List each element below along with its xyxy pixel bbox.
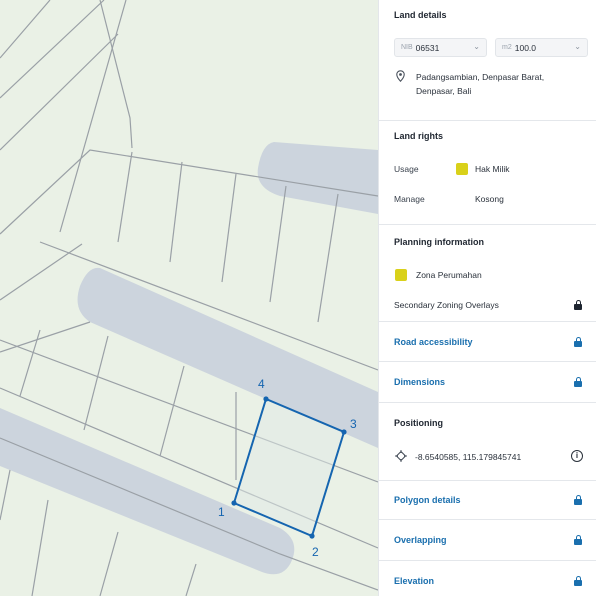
chevron-down-icon: ⌄ xyxy=(473,42,480,51)
usage-value: Hak Milik xyxy=(475,164,510,174)
planning-title: Planning information xyxy=(394,237,484,247)
zone-swatch xyxy=(395,269,407,281)
polygon-details-section[interactable]: Polygon details xyxy=(379,481,596,520)
vertex-label-4: 4 xyxy=(258,377,265,391)
lock-icon xyxy=(574,535,582,545)
elevation-link[interactable]: Elevation xyxy=(394,576,434,586)
zone-label: Zona Perumahan xyxy=(416,270,482,280)
parcel-vertex-2[interactable] xyxy=(309,533,315,539)
map-canvas[interactable]: 1 2 3 4 xyxy=(0,0,378,596)
lock-icon xyxy=(574,576,582,586)
parcel-vertex-4[interactable] xyxy=(263,396,269,402)
road-accessibility-section[interactable]: Road accessibility xyxy=(379,322,596,362)
area-value: 100.0 xyxy=(514,42,537,53)
nib-prefix: NIB xyxy=(401,44,413,51)
crosshair-icon xyxy=(395,450,407,462)
polygon-details-link[interactable]: Polygon details xyxy=(394,495,461,505)
land-details-section: Land details NIB 06531 ⌄ m2 100.0 ⌄ Pada… xyxy=(379,0,596,121)
usage-label: Usage xyxy=(394,164,419,174)
land-rights-section: Land rights Usage Hak Milik Manage Koson… xyxy=(379,121,596,225)
land-details-title: Land details xyxy=(394,10,447,20)
lock-icon xyxy=(574,300,582,310)
manage-label: Manage xyxy=(394,194,425,204)
nib-select[interactable]: NIB 06531 ⌄ xyxy=(394,38,487,57)
positioning-section: Positioning -8.6540585, 115.179845741 i xyxy=(379,403,596,481)
dimensions-link[interactable]: Dimensions xyxy=(394,377,445,387)
parcel-vertex-3[interactable] xyxy=(341,429,347,435)
coordinates-value: -8.6540585, 115.179845741 xyxy=(415,452,522,462)
overlapping-link[interactable]: Overlapping xyxy=(394,535,447,545)
info-icon[interactable]: i xyxy=(571,450,583,462)
nib-value: 06531 xyxy=(415,42,440,53)
area-select[interactable]: m2 100.0 ⌄ xyxy=(495,38,588,57)
land-rights-title: Land rights xyxy=(394,131,443,141)
vertex-label-3: 3 xyxy=(350,417,357,431)
road-band-top-right xyxy=(257,142,378,214)
road-band-middle xyxy=(77,267,378,448)
dimensions-section[interactable]: Dimensions xyxy=(379,362,596,403)
lock-icon xyxy=(574,337,582,347)
parcel-vertex-1[interactable] xyxy=(231,500,237,506)
location-pin-icon xyxy=(396,70,405,82)
road-accessibility-link[interactable]: Road accessibility xyxy=(394,337,473,347)
address-line-2: Denpasar, Bali xyxy=(416,86,472,96)
manage-swatch xyxy=(456,193,468,205)
area-prefix: m2 xyxy=(502,44,512,51)
manage-value: Kosong xyxy=(475,194,504,204)
positioning-title: Positioning xyxy=(394,418,443,428)
chevron-down-icon: ⌄ xyxy=(574,42,581,51)
vertex-label-2: 2 xyxy=(312,545,319,559)
address-line-1: Padangsambian, Denpasar Barat, xyxy=(416,72,545,82)
map-view[interactable]: 1 2 3 4 xyxy=(0,0,378,596)
vertex-label-1: 1 xyxy=(218,505,225,519)
lock-icon xyxy=(574,377,582,387)
elevation-section[interactable]: Elevation xyxy=(379,561,596,596)
planning-section: Planning information Zona Perumahan Seco… xyxy=(379,225,596,322)
secondary-zoning-overlays[interactable]: Secondary Zoning Overlays xyxy=(394,300,499,310)
overlapping-section[interactable]: Overlapping xyxy=(379,520,596,561)
parcel-info-panel: Land details NIB 06531 ⌄ m2 100.0 ⌄ Pada… xyxy=(378,0,596,596)
usage-swatch xyxy=(456,163,468,175)
lock-icon xyxy=(574,495,582,505)
